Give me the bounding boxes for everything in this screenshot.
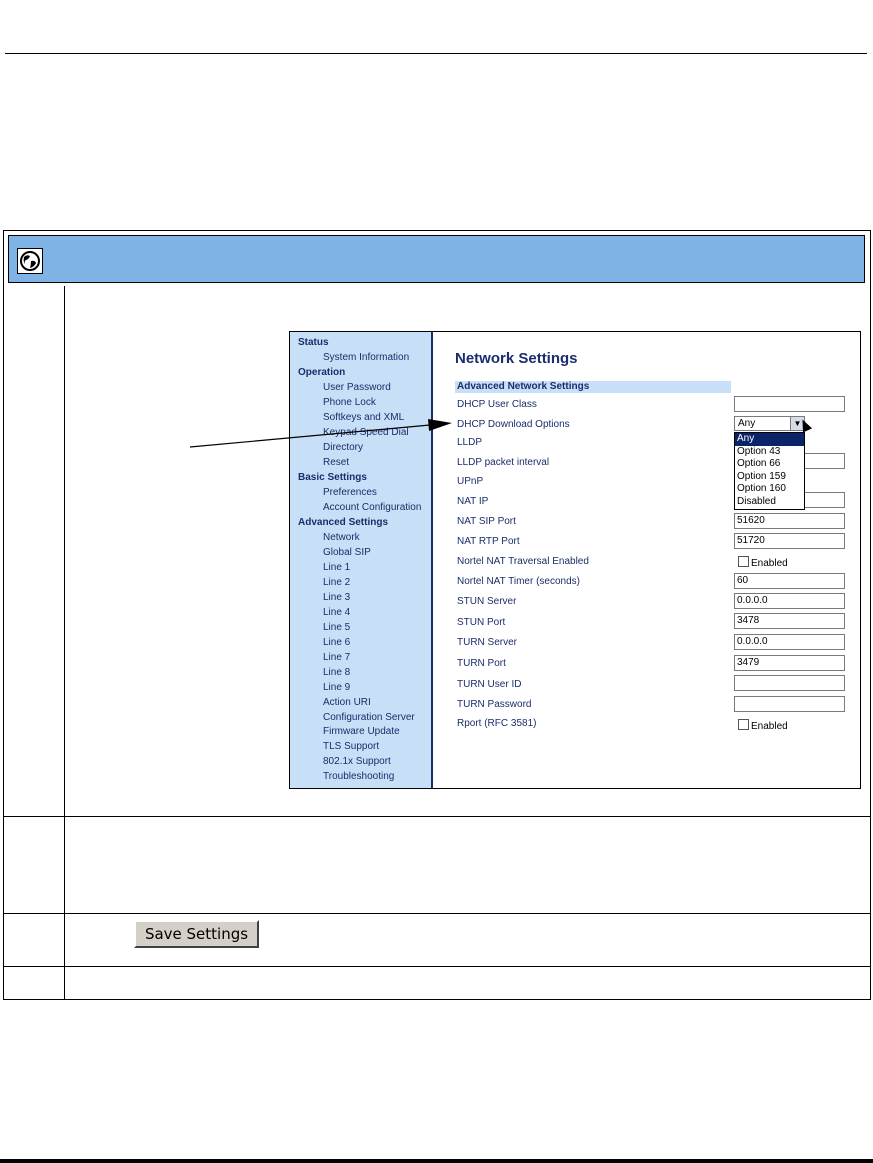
callout-arrow-line <box>189 424 431 448</box>
save-settings-button[interactable]: Save Settings <box>134 920 259 948</box>
bottom-rule <box>0 1159 873 1163</box>
callout-arrow <box>189 419 452 448</box>
callout-arrow-head <box>428 419 452 431</box>
